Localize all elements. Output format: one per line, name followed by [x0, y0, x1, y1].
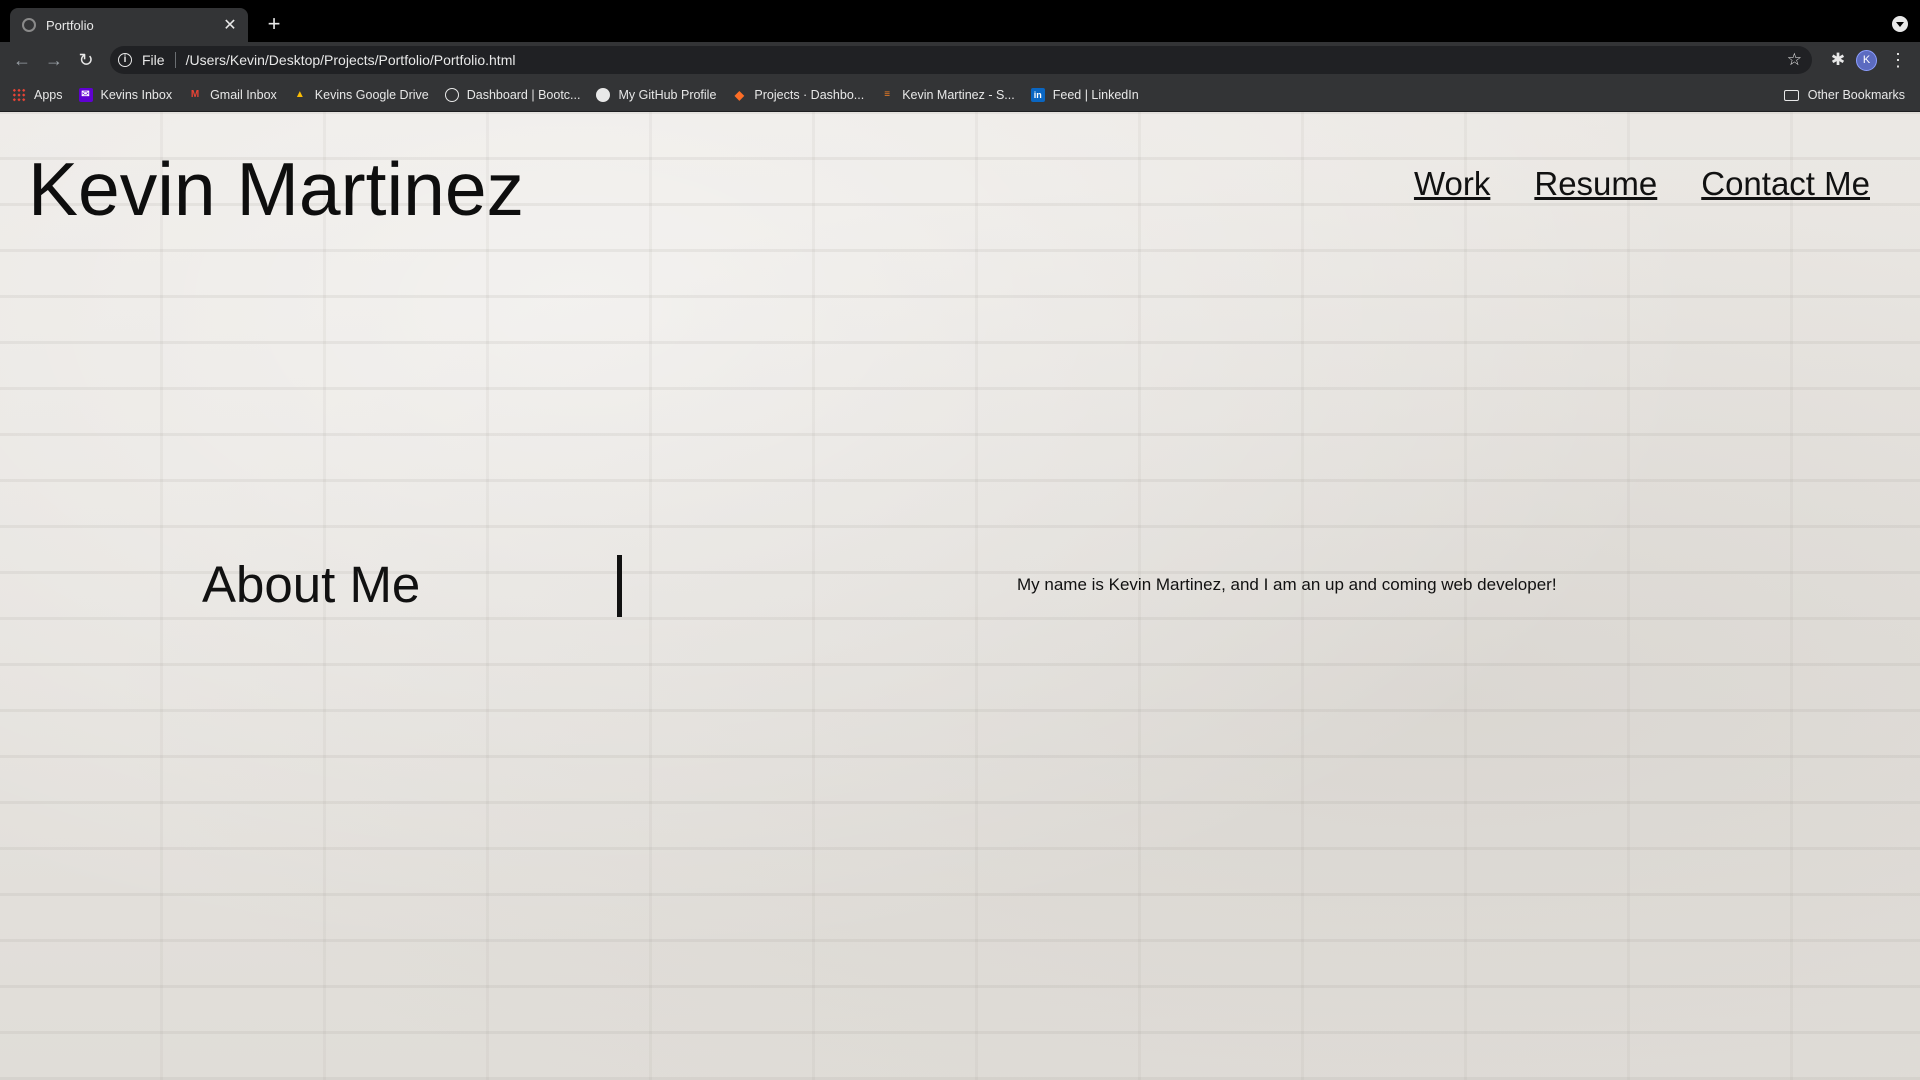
bookmark-label: Kevins Inbox: [100, 87, 173, 102]
page-favicon-icon: [22, 18, 36, 32]
forward-button[interactable]: →: [40, 46, 68, 74]
linkedin-icon: in: [1030, 87, 1045, 102]
browser-tab[interactable]: Portfolio ✕: [10, 8, 248, 42]
gmail-icon: M: [190, 89, 200, 100]
browser-menu-icon[interactable]: ⋮: [1884, 46, 1912, 74]
url-text[interactable]: /Users/Kevin/Desktop/Projects/Portfolio/…: [186, 52, 516, 68]
bookmark-gmail-inbox[interactable]: M Gmail Inbox: [188, 88, 277, 102]
url-scheme-label: File: [142, 52, 165, 68]
bookmark-label: Projects · Dashbo...: [754, 87, 865, 102]
apps-grid-icon: [12, 87, 26, 102]
bookmarks-bar: Apps ✉ Kevins Inbox M Gmail Inbox ▲ Kevi…: [0, 78, 1920, 112]
bookmark-label: Dashboard | Bootc...: [466, 87, 581, 102]
about-me-text: My name is Kevin Martinez, and I am an u…: [1017, 575, 1557, 594]
address-separator: [174, 52, 176, 68]
yahoo-mail-icon: ✉: [78, 87, 93, 102]
other-bookmarks-folder[interactable]: Other Bookmarks: [1783, 78, 1905, 112]
site-name-heading: Kevin Martinez: [28, 147, 525, 231]
profile-avatar[interactable]: K: [1856, 50, 1877, 71]
bookmark-label: Apps: [34, 87, 63, 102]
site-nav: Work Resume Contact Me: [1370, 165, 1870, 203]
stackoverflow-icon: ≡: [884, 89, 891, 100]
bookmark-label: Kevins Google Drive: [314, 87, 429, 102]
bookmark-github[interactable]: My GitHub Profile: [596, 87, 717, 102]
bookmark-label: Gmail Inbox: [210, 87, 277, 102]
tab-strip: Portfolio ✕ +: [0, 0, 1920, 42]
nav-link-contact[interactable]: Contact Me: [1701, 165, 1870, 203]
bookmark-label: Kevin Martinez - S...: [902, 87, 1015, 102]
google-drive-icon: ▲: [294, 89, 305, 100]
bookmark-gitlab[interactable]: ◆ Projects · Dashbo...: [732, 88, 864, 102]
bookmark-apps[interactable]: Apps: [12, 87, 63, 102]
folder-icon: [1783, 89, 1799, 101]
reload-button[interactable]: ↻: [72, 46, 100, 74]
bookmark-google-drive[interactable]: ▲ Kevins Google Drive: [293, 88, 429, 102]
github-icon: [596, 87, 611, 102]
new-tab-button[interactable]: +: [260, 10, 288, 38]
address-bar[interactable]: i File /Users/Kevin/Desktop/Projects/Por…: [110, 46, 1812, 74]
bookmark-kevins-inbox[interactable]: ✉ Kevins Inbox: [78, 87, 173, 102]
extensions-icon[interactable]: ✱: [1824, 46, 1852, 74]
globe-icon: [444, 87, 459, 102]
bookmark-label: Feed | LinkedIn: [1052, 87, 1139, 102]
close-tab-icon[interactable]: ✕: [222, 15, 238, 35]
other-bookmarks-label: Other Bookmarks: [1807, 88, 1905, 102]
site-info-icon[interactable]: i: [118, 53, 132, 67]
browser-toolbar: ← → ↻ i File /Users/Kevin/Desktop/Projec…: [0, 42, 1920, 78]
tab-title: Portfolio: [46, 17, 94, 33]
back-button[interactable]: ←: [8, 46, 36, 74]
gitlab-icon: ◆: [734, 87, 745, 102]
page-viewport: Kevin Martinez Work Resume Contact Me Ab…: [0, 112, 1920, 1080]
nav-link-resume[interactable]: Resume: [1534, 165, 1657, 203]
tab-search-icon[interactable]: [1892, 16, 1908, 32]
bookmark-dashboard[interactable]: Dashboard | Bootc...: [444, 87, 581, 102]
bookmark-label: My GitHub Profile: [618, 87, 717, 102]
about-divider: [617, 555, 622, 617]
bookmark-stackoverflow[interactable]: ≡ Kevin Martinez - S...: [880, 87, 1015, 102]
bookmark-star-icon[interactable]: ☆: [1787, 50, 1802, 70]
nav-link-work[interactable]: Work: [1414, 165, 1490, 203]
about-me-heading: About Me: [202, 556, 421, 613]
bookmark-linkedin[interactable]: in Feed | LinkedIn: [1030, 87, 1139, 102]
